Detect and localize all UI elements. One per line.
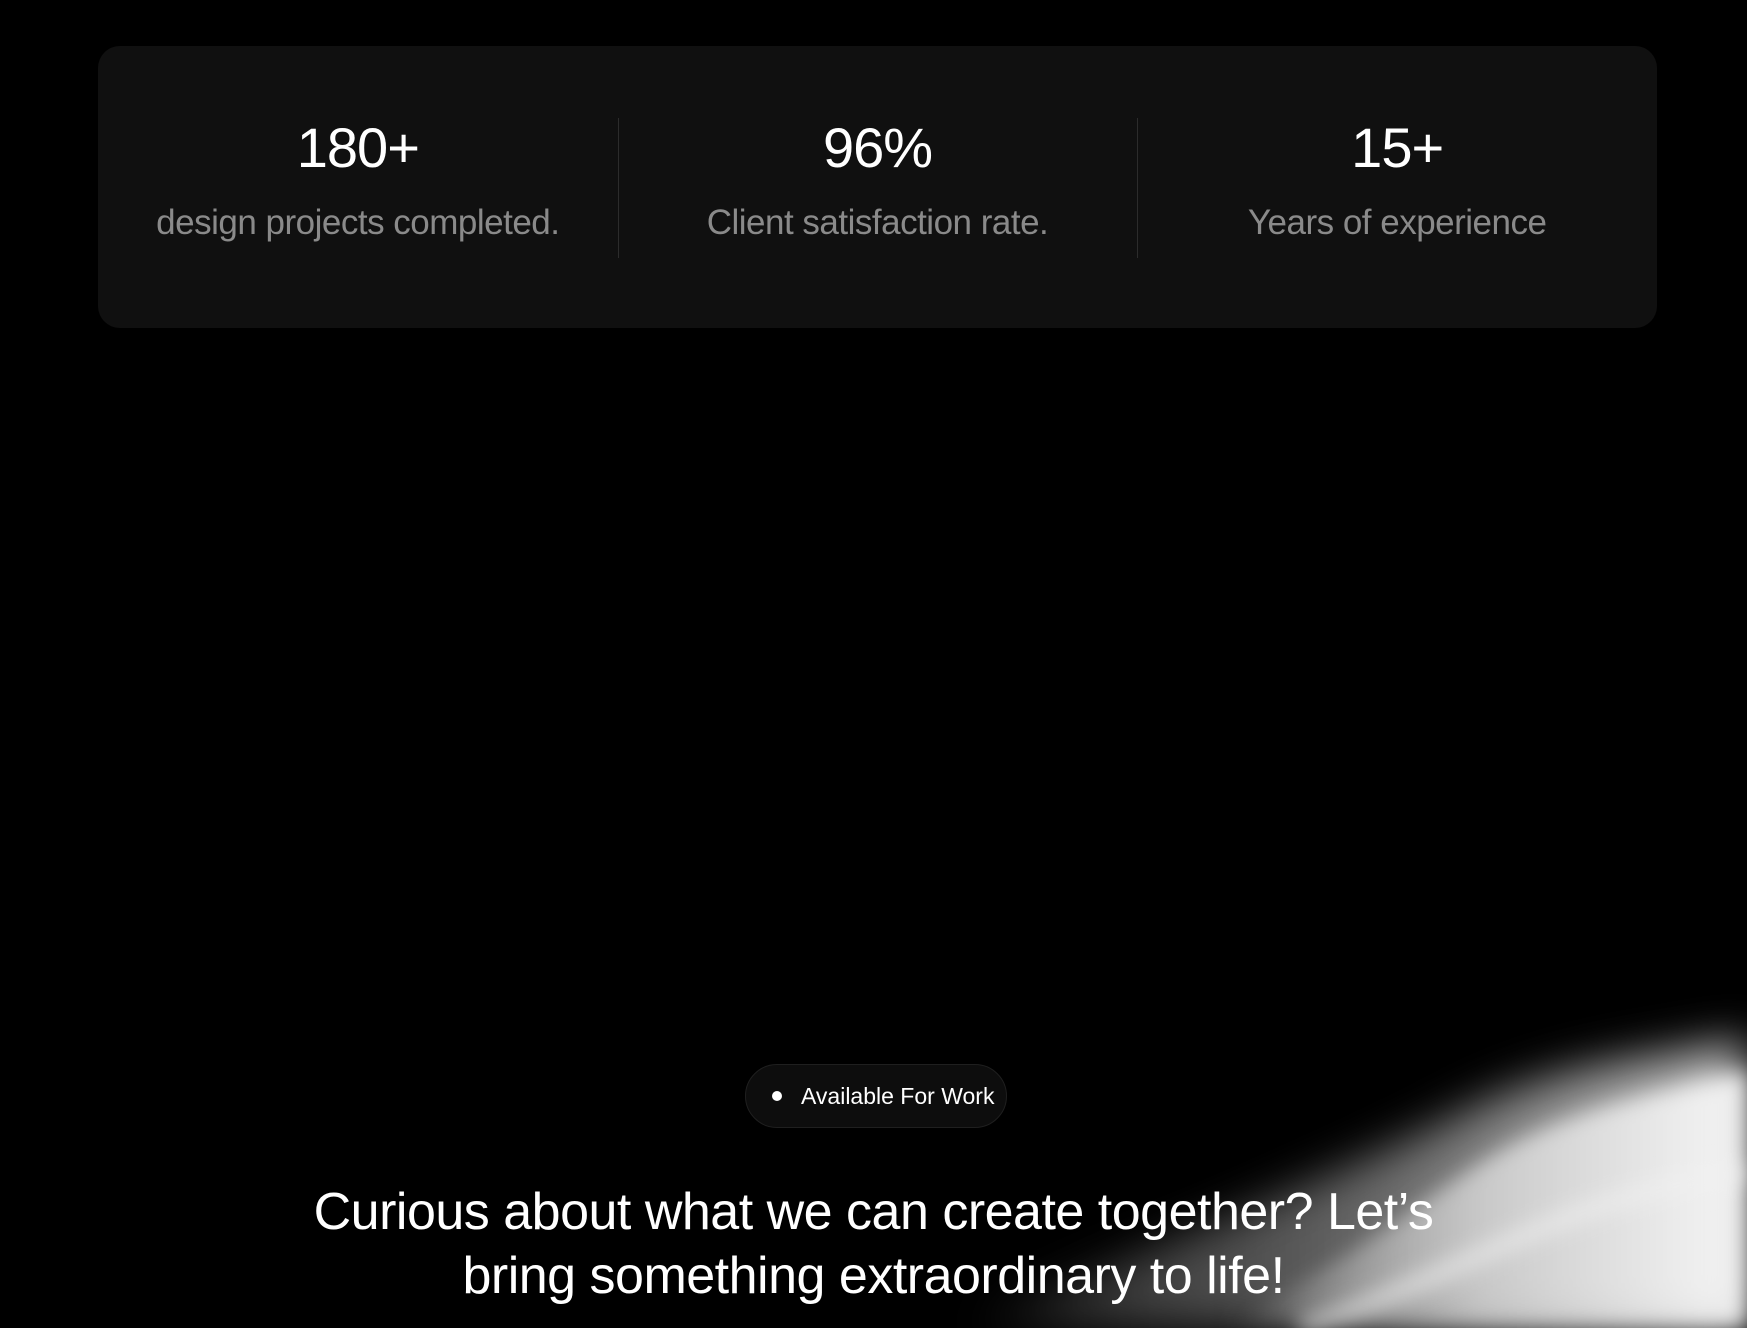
stat-experience: 15+ Years of experience — [1137, 46, 1657, 328]
stat-projects: 180+ design projects completed. — [98, 46, 618, 328]
stat-label: design projects completed. — [156, 203, 560, 242]
cta-heading-line-2: bring something extraordinary to life! — [462, 1247, 1285, 1305]
availability-badge[interactable]: Available For Work — [745, 1064, 1007, 1128]
stat-value: 180+ — [296, 116, 420, 179]
stat-value: 15+ — [1351, 116, 1444, 179]
stat-value: 96% — [822, 116, 933, 179]
stats-card: 180+ design projects completed. 96% Clie… — [98, 46, 1657, 328]
cta-heading-line-1: Curious about what we can create togethe… — [313, 1183, 1434, 1241]
cta-heading: Curious about what we can create togethe… — [0, 1180, 1747, 1308]
status-dot-icon — [772, 1091, 782, 1101]
stat-label: Years of experience — [1247, 203, 1547, 242]
stat-satisfaction: 96% Client satisfaction rate. — [617, 46, 1138, 328]
availability-label: Available For Work — [801, 1082, 995, 1109]
stat-label: Client satisfaction rate. — [706, 203, 1049, 242]
